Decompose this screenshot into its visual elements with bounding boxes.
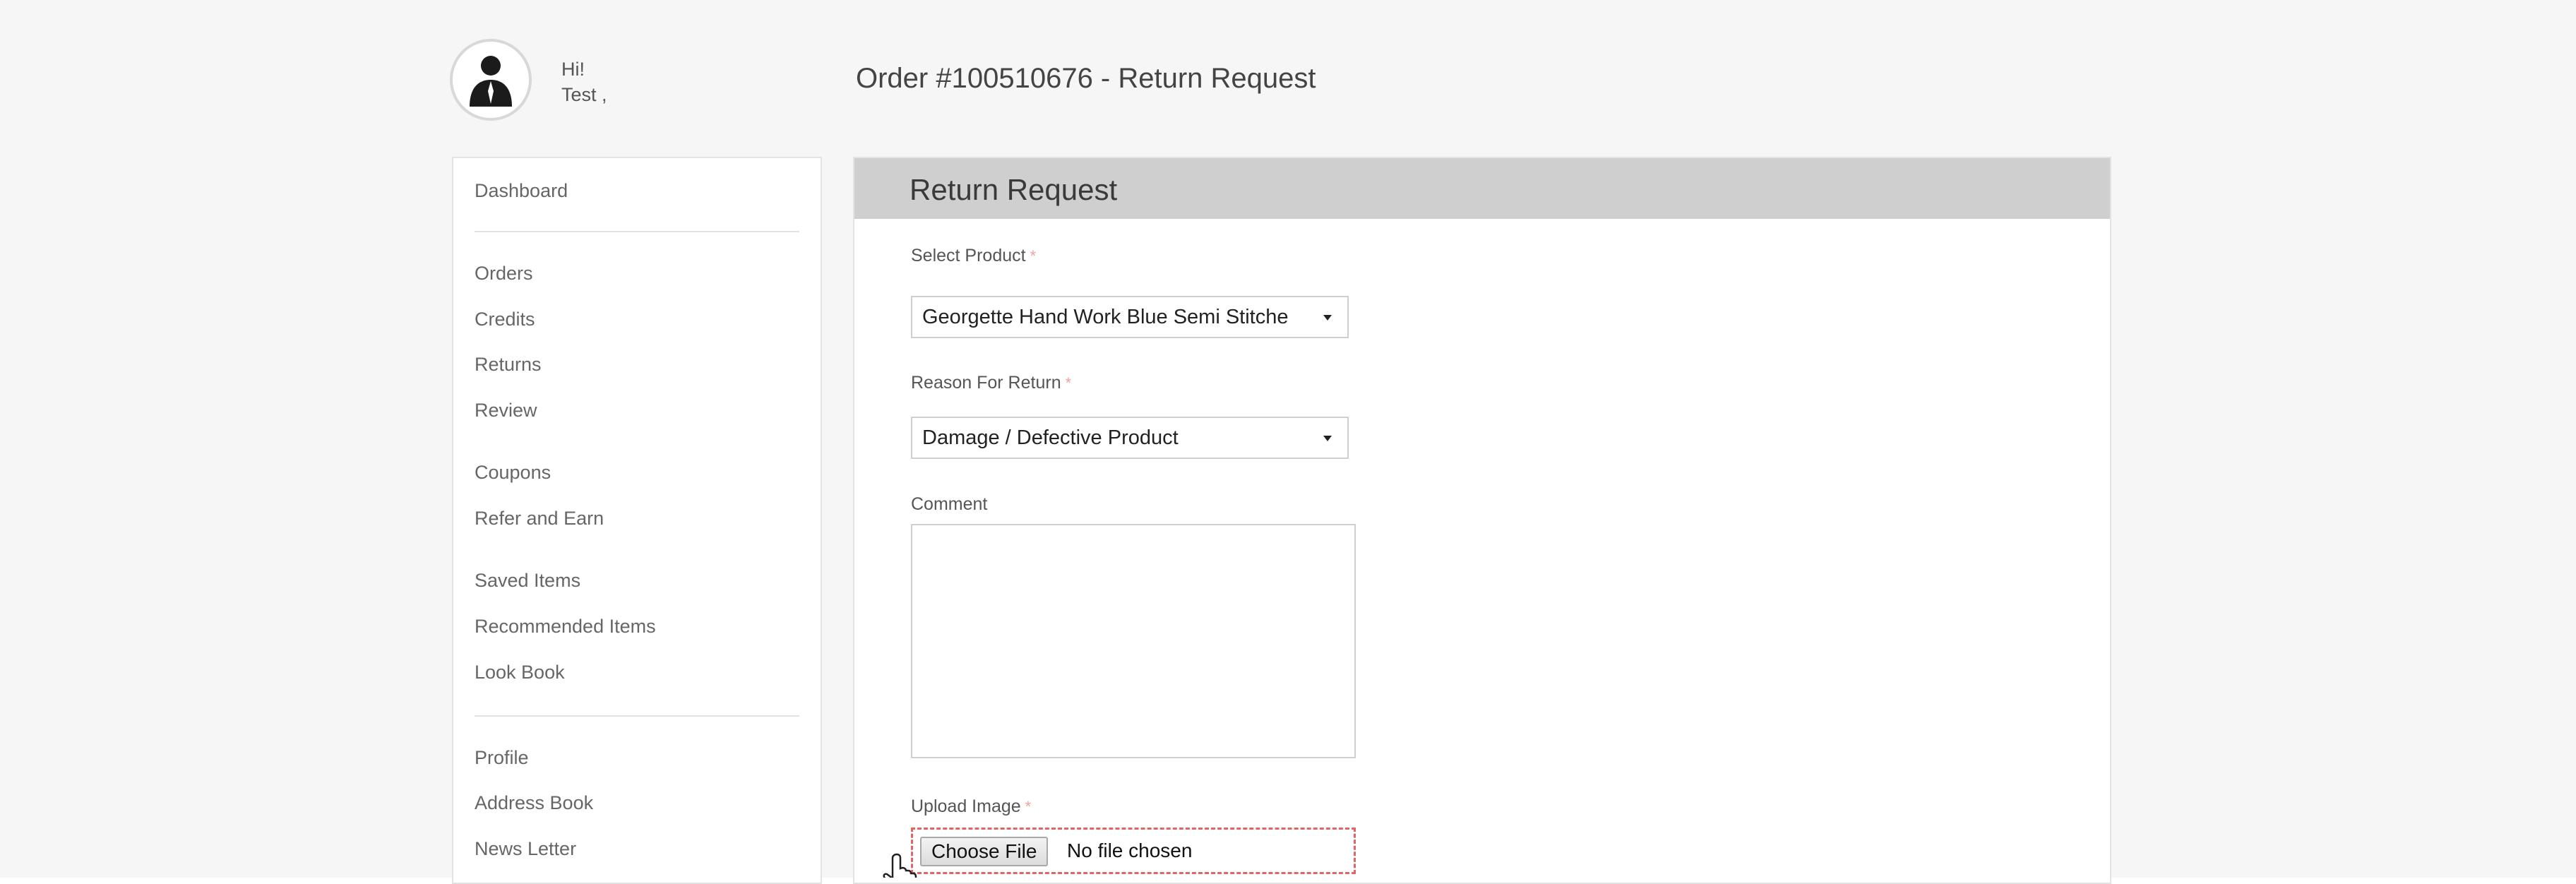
reason-value: Damage / Defective Product — [922, 426, 1179, 449]
upload-image-label: Upload Image * — [911, 795, 1031, 818]
select-product-label-text: Select Product — [911, 246, 1026, 265]
sidebar-item-profile[interactable]: Profile — [475, 746, 529, 770]
sidebar-item-dashboard[interactable]: Dashboard — [475, 179, 568, 203]
sidebar-item-orders[interactable]: Orders — [475, 261, 533, 285]
comment-label: Comment — [911, 494, 988, 514]
reason-label: Reason For Return * — [911, 371, 1071, 395]
sidebar-item-saved-items[interactable]: Saved Items — [475, 568, 580, 592]
return-request-panel: Return Request Select Product * Georgette… — [853, 157, 2111, 884]
sidebar-divider — [475, 715, 799, 717]
required-mark: * — [1025, 798, 1032, 816]
choose-file-button[interactable]: Choose File — [920, 837, 1049, 866]
file-status-text: No file chosen — [1067, 840, 1193, 861]
chevron-down-icon — [1323, 315, 1332, 321]
select-product-label: Select Product * — [911, 244, 1036, 268]
upload-image-label-text: Upload Image — [911, 796, 1021, 816]
reason-label-text: Reason For Return — [911, 373, 1061, 393]
chevron-down-icon — [1323, 436, 1332, 441]
comment-textarea[interactable] — [911, 524, 1356, 758]
sidebar-item-returns[interactable]: Returns — [475, 352, 542, 376]
sidebar-item-refer-and-earn[interactable]: Refer and Earn — [475, 506, 604, 530]
sidebar-item-look-book[interactable]: Look Book — [475, 660, 565, 684]
sidebar-item-news-letter[interactable]: News Letter — [475, 837, 576, 861]
reason-dropdown[interactable]: Damage / Defective Product — [911, 417, 1349, 459]
sidebar-divider — [475, 231, 799, 232]
user-greeting: Hi! Test , — [561, 56, 607, 107]
page-title: Order #100510676 - Return Request — [856, 63, 1316, 94]
sidebar-item-credits[interactable]: Credits — [475, 307, 535, 331]
user-name: Test , — [561, 84, 607, 105]
sidebar-item-review[interactable]: Review — [475, 398, 537, 422]
sidebar-item-coupons[interactable]: Coupons — [475, 460, 551, 484]
hand-pointer-icon — [881, 852, 918, 878]
select-product-dropdown[interactable]: Georgette Hand Work Blue Semi Stitche — [911, 296, 1349, 338]
panel-header: Return Request — [854, 158, 2110, 219]
sidebar-item-recommended-items[interactable]: Recommended Items — [475, 614, 656, 638]
greeting-text: Hi! — [561, 59, 585, 80]
upload-image-field: Choose File No file chosen — [911, 828, 1356, 874]
panel-title: Return Request — [910, 173, 1118, 206]
required-mark: * — [1065, 374, 1072, 392]
select-product-value: Georgette Hand Work Blue Semi Stitche — [922, 306, 1289, 328]
user-avatar-icon — [470, 56, 512, 107]
avatar — [450, 39, 532, 121]
sidebar-item-address-book[interactable]: Address Book — [475, 791, 593, 815]
required-mark: * — [1030, 247, 1037, 265]
account-sidebar: Dashboard Orders Credits Returns Review … — [452, 157, 822, 884]
